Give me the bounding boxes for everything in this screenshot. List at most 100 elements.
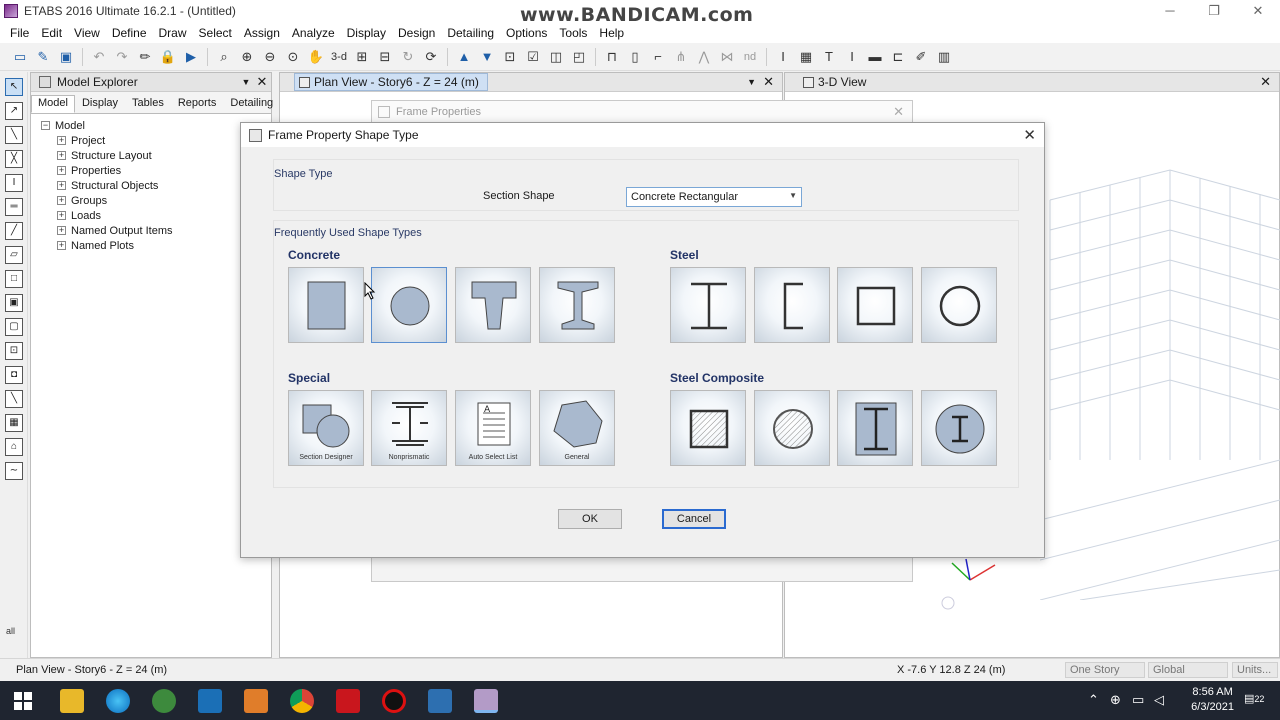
slab-icon[interactable]: I bbox=[842, 47, 862, 67]
pencil-icon[interactable]: ✏ bbox=[135, 47, 155, 67]
truss-icon[interactable]: ⋔ bbox=[671, 47, 691, 67]
tree-node-named-plots[interactable]: + Named Plots bbox=[41, 238, 271, 253]
tree-node-named-output-items[interactable]: + Named Output Items bbox=[41, 223, 271, 238]
column-icon[interactable]: I bbox=[773, 47, 793, 67]
redo-icon[interactable]: ↷ bbox=[112, 47, 132, 67]
nd-label[interactable]: nd bbox=[740, 47, 760, 67]
menu-file[interactable]: File bbox=[4, 26, 35, 40]
coord-system-select[interactable]: Global bbox=[1148, 662, 1228, 678]
bandicam-record-icon[interactable] bbox=[382, 689, 406, 713]
undo-icon[interactable]: ↶ bbox=[89, 47, 109, 67]
close-icon[interactable]: ✕ bbox=[253, 74, 271, 90]
expand-icon[interactable]: + bbox=[57, 151, 66, 160]
section-designer-button[interactable]: Section Designer bbox=[288, 390, 364, 466]
keyboard-icon[interactable]: ▭ bbox=[1132, 692, 1144, 708]
tab-detailing[interactable]: Detailing bbox=[223, 95, 280, 113]
steel-pipe-button[interactable] bbox=[921, 267, 997, 343]
tree-node-loads[interactable]: + Loads bbox=[41, 208, 271, 223]
lock-icon[interactable]: 🔒 bbox=[158, 47, 178, 67]
menu-options[interactable]: Options bbox=[500, 26, 553, 40]
composite-encased-i-button[interactable] bbox=[837, 390, 913, 466]
close-icon[interactable]: ✕ bbox=[893, 104, 904, 120]
perspective-icon[interactable]: ⟳ bbox=[421, 47, 441, 67]
tree-node-structure-layout[interactable]: + Structure Layout bbox=[41, 148, 271, 163]
tree-node-project[interactable]: + Project bbox=[41, 133, 271, 148]
menu-tools[interactable]: Tools bbox=[553, 26, 593, 40]
tree-node-structural-objects[interactable]: + Structural Objects bbox=[41, 178, 271, 193]
menu-analyze[interactable]: Analyze bbox=[286, 26, 341, 40]
draw-floor-icon[interactable]: ▱ bbox=[5, 246, 23, 264]
frame-icon[interactable]: ⊓ bbox=[602, 47, 622, 67]
chevron-down-icon[interactable]: ▼ bbox=[239, 77, 253, 87]
zoom-fit-icon[interactable]: ⊙ bbox=[283, 47, 303, 67]
restore-icon[interactable]: ❐ bbox=[1192, 0, 1236, 22]
tree-node-model[interactable]: − Model bbox=[41, 118, 271, 133]
beam-icon[interactable]: T bbox=[819, 47, 839, 67]
object-shrink-icon[interactable]: ◫ bbox=[546, 47, 566, 67]
concrete-circle-button[interactable] bbox=[371, 267, 447, 343]
zoom-in-icon[interactable]: ⊕ bbox=[237, 47, 257, 67]
draw-brace-icon[interactable]: ╱ bbox=[5, 222, 23, 240]
composite-pipe-button[interactable] bbox=[754, 390, 830, 466]
rotate-icon[interactable]: ↻ bbox=[398, 47, 418, 67]
display-icon[interactable]: ◰ bbox=[569, 47, 589, 67]
tab-tables[interactable]: Tables bbox=[125, 95, 171, 113]
design-icon[interactable]: ▥ bbox=[934, 47, 954, 67]
draw-area-icon[interactable]: □ bbox=[5, 270, 23, 288]
select-icon[interactable]: ⊡ bbox=[500, 47, 520, 67]
pointer-tool-icon[interactable]: ↖ bbox=[5, 78, 23, 96]
nonprismatic-button[interactable]: Nonprismatic bbox=[371, 390, 447, 466]
file-explorer-icon[interactable] bbox=[60, 689, 84, 713]
draw-link-icon[interactable]: ◘ bbox=[5, 366, 23, 384]
draw-beam-icon[interactable]: ═ bbox=[5, 198, 23, 216]
windows-start-icon[interactable] bbox=[14, 692, 32, 710]
expand-icon[interactable]: + bbox=[57, 241, 66, 250]
support-icon[interactable]: ⋀ bbox=[694, 47, 714, 67]
volume-icon[interactable]: ◁ bbox=[1154, 692, 1164, 708]
expand-icon[interactable]: + bbox=[57, 181, 66, 190]
3d-label[interactable]: 3-d bbox=[329, 47, 349, 67]
all-label[interactable]: all bbox=[6, 626, 15, 636]
expand-icon[interactable]: + bbox=[57, 196, 66, 205]
concrete-i-section-button[interactable] bbox=[539, 267, 615, 343]
save-icon[interactable]: ▣ bbox=[56, 47, 76, 67]
tab-plan-view[interactable]: Plan View - Story6 - Z = 24 (m) bbox=[294, 73, 488, 91]
wall-icon[interactable]: ▯ bbox=[625, 47, 645, 67]
edge-icon[interactable] bbox=[106, 689, 130, 713]
draw-rect-icon[interactable]: ⊡ bbox=[5, 342, 23, 360]
etabs-icon[interactable] bbox=[474, 689, 498, 713]
new-model-icon[interactable]: ▭ bbox=[10, 47, 30, 67]
draw-line-icon[interactable]: ╲ bbox=[5, 126, 23, 144]
draw-section-cut-icon[interactable]: ∼ bbox=[5, 462, 23, 480]
story-select[interactable]: One Story bbox=[1065, 662, 1145, 678]
plan-label[interactable]: ⊞ bbox=[352, 47, 372, 67]
cancel-button[interactable]: Cancel bbox=[662, 509, 726, 529]
media-icon[interactable] bbox=[244, 689, 268, 713]
network-icon[interactable]: ⊕ bbox=[1110, 692, 1121, 708]
menu-help[interactable]: Help bbox=[593, 26, 630, 40]
restraint-icon[interactable]: ⋈ bbox=[717, 47, 737, 67]
chrome-icon[interactable] bbox=[290, 689, 314, 713]
draw-opening-icon[interactable]: ▢ bbox=[5, 318, 23, 336]
units-button[interactable]: Units... bbox=[1232, 662, 1278, 678]
tab-reports[interactable]: Reports bbox=[171, 95, 224, 113]
draw-dimension-icon[interactable]: ╲ bbox=[5, 390, 23, 408]
menu-display[interactable]: Display bbox=[341, 26, 392, 40]
tree-node-properties[interactable]: + Properties bbox=[41, 163, 271, 178]
menu-define[interactable]: Define bbox=[106, 26, 153, 40]
tab-display[interactable]: Display bbox=[75, 95, 125, 113]
expand-icon[interactable]: + bbox=[57, 211, 66, 220]
photos-icon[interactable] bbox=[428, 689, 452, 713]
tab-model[interactable]: Model bbox=[31, 95, 75, 113]
zoom-window-icon[interactable]: ⌕ bbox=[214, 47, 234, 67]
menu-select[interactable]: Select bbox=[193, 26, 238, 40]
steel-i-section-button[interactable] bbox=[670, 267, 746, 343]
check-icon[interactable]: ☑ bbox=[523, 47, 543, 67]
close-icon[interactable]: ✕ bbox=[763, 74, 774, 90]
draw-grid-icon[interactable]: ▦ bbox=[5, 414, 23, 432]
draw-tendon-icon[interactable]: ⌂ bbox=[5, 438, 23, 456]
taskbar-clock[interactable]: 8:56 AM 6/3/2021 bbox=[1191, 685, 1234, 715]
concrete-tee-button[interactable] bbox=[455, 267, 531, 343]
menu-draw[interactable]: Draw bbox=[153, 26, 193, 40]
wall-type-icon[interactable]: ▦ bbox=[796, 47, 816, 67]
